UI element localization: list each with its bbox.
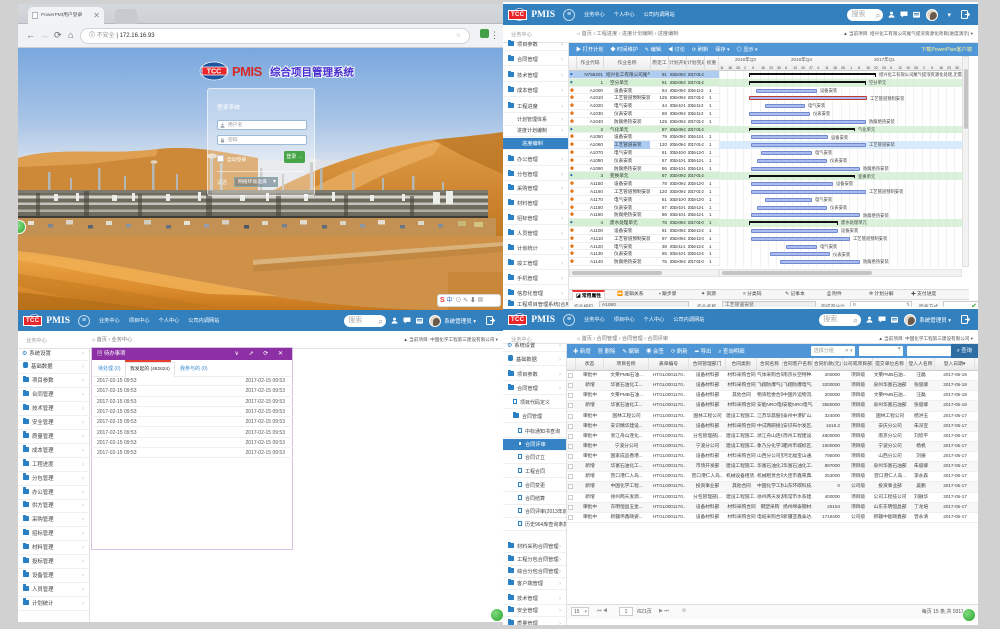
svg-text:PMIS: PMIS <box>232 64 263 79</box>
svg-text:TCC: TCC <box>207 69 221 76</box>
svg-text:综合项目管理系统: 综合项目管理系统 <box>270 66 354 79</box>
